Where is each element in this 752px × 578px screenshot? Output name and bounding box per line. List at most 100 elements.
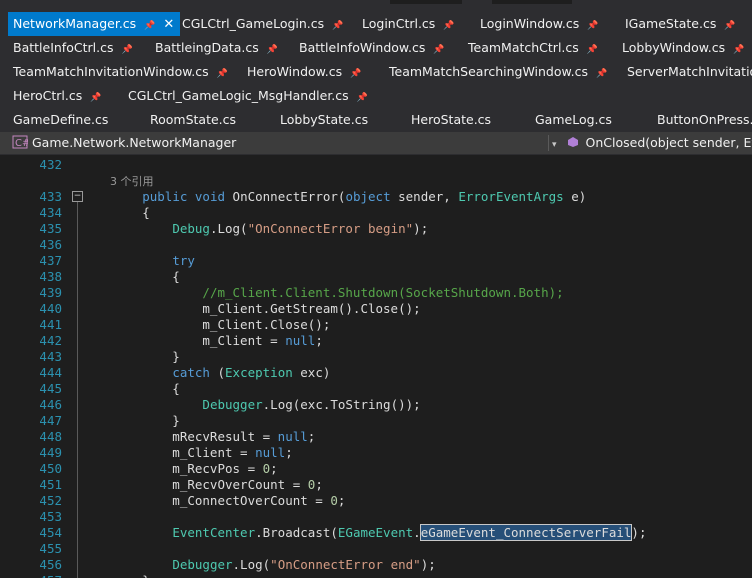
code-line[interactable]: 452 m_ConnectOverCount = 0; (0, 493, 752, 509)
code-text[interactable]: public void OnConnectError(object sender… (82, 189, 586, 205)
tab-heroctrl[interactable]: HeroCtrl.cs 📌 (13, 84, 101, 108)
tab-herowindow[interactable]: HeroWindow.cs 📌 (247, 60, 361, 84)
code-line[interactable]: 440 m_Client.GetStream().Close(); (0, 301, 752, 317)
tab-lobbystate[interactable]: LobbyState.cs (280, 108, 368, 132)
tab-teammatchinvitationwindow[interactable]: TeamMatchInvitationWindow.cs 📌 (13, 60, 228, 84)
code-line[interactable]: 451 m_RecvOverCount = 0; (0, 477, 752, 493)
tab-roomstate[interactable]: RoomState.cs (150, 108, 236, 132)
tab-loginctrl[interactable]: LoginCtrl.cs 📌 (362, 12, 455, 36)
code-line[interactable]: 439 //m_Client.Client.Shutdown(SocketShu… (0, 285, 752, 301)
pin-icon[interactable]: 📌 (121, 38, 132, 62)
pin-icon[interactable]: 📌 (587, 38, 598, 62)
tab-gamelog[interactable]: GameLog.cs (535, 108, 612, 132)
code-line[interactable]: 436 (0, 237, 752, 253)
codelens-references[interactable]: 3 个引用 (82, 175, 154, 188)
code-text[interactable]: //m_Client.Client.Shutdown(SocketShutdow… (82, 285, 563, 301)
code-text[interactable]: Debug.Log("OnConnectError begin"); (82, 221, 428, 237)
code-text[interactable]: Debugger.Log("OnConnectError end"); (82, 557, 435, 573)
code-text[interactable]: m_RecvPos = 0; (82, 461, 277, 477)
pin-icon[interactable]: 📌 (90, 86, 101, 110)
tab-lobbywindow[interactable]: LobbyWindow.cs 📌 (622, 36, 744, 60)
code-editor[interactable]: − 432 3 个引用 433 public void OnConnectErro… (0, 155, 752, 578)
code-line[interactable]: 457 } (0, 573, 752, 578)
pin-icon[interactable]: 📌 (443, 14, 454, 38)
close-icon[interactable]: ✕ (163, 13, 174, 37)
chevron-down-icon[interactable]: ▾ (552, 140, 557, 150)
tab-buttononpress[interactable]: ButtonOnPress.cs (657, 108, 752, 132)
code-text[interactable]: EventCenter.Broadcast(EGameEvent.eGameEv… (82, 524, 646, 541)
code-token: exc) (292, 365, 331, 380)
code-line[interactable]: 447 } (0, 413, 752, 429)
code-line[interactable]: 437 try (0, 253, 752, 269)
code-line[interactable]: 448 mRecvResult = null; (0, 429, 752, 445)
code-text[interactable]: { (82, 269, 180, 285)
code-text[interactable]: mRecvResult = null; (82, 429, 315, 445)
tab-battleingdata[interactable]: BattleingData.cs 📌 (155, 36, 278, 60)
pin-icon[interactable]: 📌 (587, 14, 598, 38)
code-text[interactable]: m_Client.GetStream().Close(); (82, 301, 420, 317)
code-text[interactable]: } (82, 349, 180, 365)
code-text[interactable]: { (82, 205, 150, 221)
pin-icon[interactable]: 📌 (596, 62, 607, 86)
pin-icon[interactable]: 📌 (267, 38, 278, 62)
code-line[interactable]: 449 m_Client = null; (0, 445, 752, 461)
code-line[interactable]: 443 } (0, 349, 752, 365)
code-token: { (82, 205, 150, 220)
code-text[interactable]: try (82, 253, 195, 269)
code-line[interactable]: 453 (0, 509, 752, 525)
tab-teammatchctrl[interactable]: TeamMatchCtrl.cs 📌 (468, 36, 598, 60)
code-line[interactable]: 454 EventCenter.Broadcast(EGameEvent.eGa… (0, 524, 752, 541)
code-text[interactable]: m_Client.Close(); (82, 317, 330, 333)
code-text[interactable]: m_ConnectOverCount = 0; (82, 493, 345, 509)
code-text[interactable]: m_Client = null; (82, 445, 293, 461)
tab-cglctrl-gamelogin[interactable]: CGLCtrl_GameLogin.cs 📌 (182, 12, 343, 36)
code-text[interactable]: { (82, 381, 180, 397)
pin-icon[interactable]: 📌 (433, 38, 444, 62)
code-line[interactable]: 450 m_RecvPos = 0; (0, 461, 752, 477)
tab-label: BattleInfoWindow.cs (299, 40, 426, 55)
member-dropdown[interactable]: ▾ OnClosed(object sender, Event (552, 132, 752, 154)
code-line[interactable]: 455 (0, 541, 752, 557)
pin-icon[interactable]: 📌 (350, 62, 361, 86)
code-text[interactable]: catch (Exception exc) (82, 365, 330, 381)
tab-teammatchsearchingwindow[interactable]: TeamMatchSearchingWindow.cs 📌 (389, 60, 607, 84)
code-line[interactable]: 445 { (0, 381, 752, 397)
code-line[interactable]: 444 catch (Exception exc) (0, 365, 752, 381)
code-text[interactable]: 3 个引用 (82, 173, 154, 190)
code-text[interactable]: m_RecvOverCount = 0; (82, 477, 323, 493)
code-line[interactable]: 433 public void OnConnectError(object se… (0, 189, 752, 205)
code-token: ; (285, 445, 293, 460)
tab-herostate[interactable]: HeroState.cs (411, 108, 491, 132)
tab-label: TeamMatchSearchingWindow.cs (389, 64, 588, 79)
code-line[interactable]: 442 m_Client = null; (0, 333, 752, 349)
code-line[interactable]: 435 Debug.Log("OnConnectError begin"); (0, 221, 752, 237)
code-text[interactable]: } (82, 573, 150, 578)
pin-icon[interactable]: 📌 (332, 14, 343, 38)
pin-icon[interactable]: 📌 (733, 38, 744, 62)
code-line[interactable]: 3 个引用 (0, 173, 752, 189)
code-text[interactable]: Debugger.Log(exc.ToString()); (82, 397, 420, 413)
code-line[interactable]: 446 Debugger.Log(exc.ToString()); (0, 397, 752, 413)
code-line[interactable]: 432 (0, 157, 752, 173)
tab-servermatchinvitation[interactable]: ServerMatchInvitation (627, 60, 752, 84)
pin-icon[interactable]: 📌 (144, 14, 155, 38)
type-dropdown[interactable]: C# Game.Network.NetworkManager (0, 132, 546, 154)
pin-icon[interactable]: 📌 (357, 86, 368, 110)
pin-icon[interactable]: 📌 (217, 62, 228, 86)
code-line[interactable]: 438 { (0, 269, 752, 285)
tab-gamedefine[interactable]: GameDefine.cs (13, 108, 108, 132)
pin-icon[interactable]: 📌 (724, 14, 735, 38)
code-text[interactable]: } (82, 413, 180, 429)
tab-igamestate[interactable]: IGameState.cs 📌 (625, 12, 736, 36)
tab-battleinfoctrl[interactable]: BattleInfoCtrl.cs 📌 (13, 36, 133, 60)
code-text[interactable]: m_Client = null; (82, 333, 322, 349)
tab-networkmanager[interactable]: NetworkManager.cs 📌 ✕ (8, 12, 181, 38)
code-line[interactable]: 434 { (0, 205, 752, 221)
code-line[interactable]: 441 m_Client.Close(); (0, 317, 752, 333)
code-line[interactable]: 456 Debugger.Log("OnConnectError end"); (0, 557, 752, 573)
tab-cglctrl-gamelogic-msghandler[interactable]: CGLCtrl_GameLogic_MsgHandler.cs 📌 (128, 84, 368, 108)
tab-loginwindow[interactable]: LoginWindow.cs 📌 (480, 12, 598, 36)
tab-battleinfowindow[interactable]: BattleInfoWindow.cs 📌 (299, 36, 445, 60)
